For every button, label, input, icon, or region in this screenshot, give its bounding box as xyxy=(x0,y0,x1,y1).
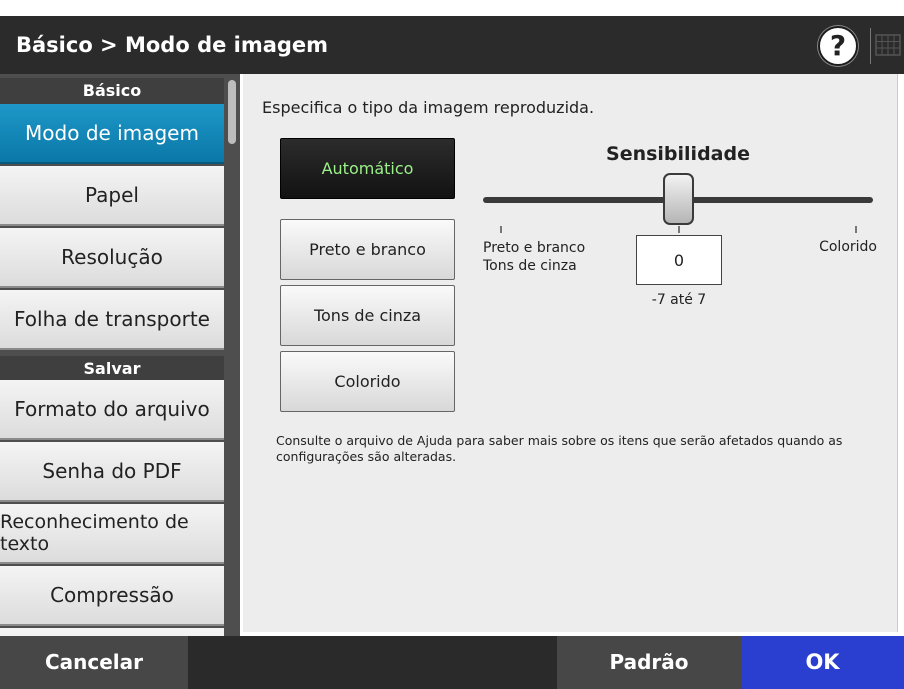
sidebar-item-compressao[interactable]: Compressão xyxy=(0,566,224,626)
help-note: Consulte o arquivo de Ajuda para saber m… xyxy=(276,433,843,464)
sensitivity-slider-thumb[interactable] xyxy=(663,173,694,225)
sensitivity-range-text: -7 até 7 xyxy=(651,292,707,308)
sidebar-section-salvar: Salvar xyxy=(0,356,224,382)
sidebar-item-senha-do-pdf[interactable]: Senha do PDF xyxy=(0,442,224,502)
sensitivity-value-field[interactable]: 0 xyxy=(636,235,722,285)
mode-automatico-button[interactable]: Automático xyxy=(280,138,455,199)
sidebar-item-papel[interactable]: Papel xyxy=(0,166,224,226)
ok-button[interactable]: OK xyxy=(741,636,904,689)
keyboard-icon[interactable] xyxy=(870,28,904,64)
help-icon[interactable]: ? xyxy=(818,26,858,66)
sidebar-item-reconhecimento-de-texto[interactable]: Reconhecimento de texto xyxy=(0,504,224,564)
settings-panel: Especifica o tipo da imagem reproduzida.… xyxy=(243,74,898,632)
sidebar: Básico Modo de imagem Papel Resolução Fo… xyxy=(0,74,240,636)
slider-left-label-line1: Preto e branco xyxy=(483,240,586,256)
slider-tick-left xyxy=(500,226,502,233)
page-title: Básico > Modo de imagem xyxy=(16,33,329,57)
screen: Básico > Modo de imagem ? Básico Modo de… xyxy=(0,0,904,689)
cancel-button[interactable]: Cancelar xyxy=(0,636,188,689)
sidebar-section-basico: Básico xyxy=(0,78,224,104)
description-text: Especifica o tipo da imagem reproduzida. xyxy=(262,98,595,117)
slider-left-label: Preto e branco Tons de cinza xyxy=(483,239,585,275)
main-content: Especifica o tipo da imagem reproduzida.… xyxy=(240,74,904,636)
sidebar-item-formato-do-arquivo[interactable]: Formato do arquivo xyxy=(0,380,224,440)
mode-colorido-button[interactable]: Colorido xyxy=(280,351,455,412)
slider-left-label-line2: Tons de cinza xyxy=(483,258,577,274)
sidebar-item-folha-de-transporte[interactable]: Folha de transporte xyxy=(0,290,224,350)
sidebar-item-modo-de-imagem[interactable]: Modo de imagem xyxy=(0,104,224,164)
default-button[interactable]: Padrão xyxy=(557,636,741,689)
slider-tick-center xyxy=(678,226,680,233)
sidebar-scrollbar[interactable] xyxy=(228,80,236,144)
slider-right-label: Colorido xyxy=(819,239,877,255)
sensitivity-title: Sensibilidade xyxy=(606,143,750,165)
bottom-bar: Cancelar Padrão OK xyxy=(0,636,904,689)
sidebar-item-partial xyxy=(0,628,224,636)
mode-preto-e-branco-button[interactable]: Preto e branco xyxy=(280,219,455,280)
slider-tick-right xyxy=(855,226,857,233)
mode-tons-de-cinza-button[interactable]: Tons de cinza xyxy=(280,285,455,346)
sidebar-item-resolucao[interactable]: Resolução xyxy=(0,228,224,288)
header-bar: Básico > Modo de imagem ? xyxy=(0,16,904,74)
